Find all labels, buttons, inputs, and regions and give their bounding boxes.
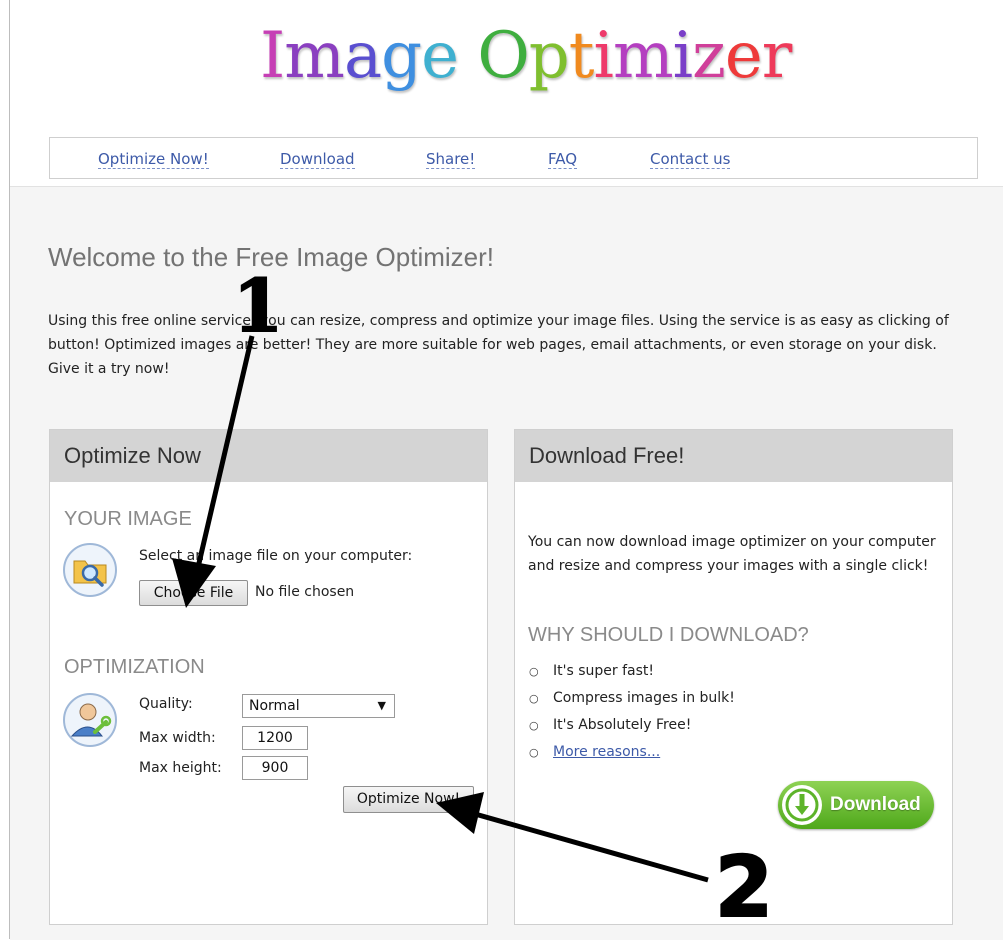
reasons-list: ○ It's super fast! ○ Compress images in bu… [529,658,735,766]
logo-letter: e [421,19,459,93]
optimize-panel: Optimize Now YOUR IMAGE Select an image … [49,429,488,925]
reason-text: It's super fast! [553,663,654,679]
download-description: You can now download image optimizer on … [528,534,936,574]
site-logo[interactable]: Image Optimizer [260,24,792,88]
max-width-input[interactable]: 1200 [242,726,308,750]
reason-text: It's Absolutely Free! [553,717,692,733]
download-button[interactable]: Download [778,781,934,829]
nav-optimize-now[interactable]: Optimize Now! [98,150,209,169]
logo-letter: p [528,19,570,93]
list-item: ○ It's super fast! [529,663,654,679]
download-button-label: Download [830,794,921,815]
file-status-text: No file chosen [255,584,355,600]
reason-text: Compress images in bulk! [553,690,735,706]
logo-letter: m [612,19,674,93]
logo-letter: i [672,19,693,93]
logo-letter: I [260,19,285,93]
max-height-input[interactable]: 900 [242,756,308,780]
max-height-label: Max height: [139,760,222,776]
more-reasons-link[interactable]: More reasons... [553,744,660,760]
optimization-heading: OPTIMIZATION [64,656,205,678]
quality-label: Quality: [139,696,193,712]
logo-letter: a [343,19,382,93]
download-panel-title: Download Free! [515,430,952,482]
select-image-label: Select an image file on your computer: [139,548,413,564]
logo-letter: r [761,19,793,93]
logo-letter: e [724,19,763,93]
list-item: ○ It's Absolutely Free! [529,717,692,733]
logo-letter: i [593,19,613,93]
chevron-down-icon: ▼ [377,699,386,712]
user-settings-icon [63,693,117,747]
logo-letter: O [477,19,529,93]
why-download-heading: WHY SHOULD I DOWNLOAD? [528,624,809,646]
nav-download[interactable]: Download [280,150,355,169]
optimize-now-button[interactable]: Optimize Now! [343,786,474,813]
logo-letter: t [568,19,595,93]
main-nav: Optimize Now! Download Share! FAQ Contac… [49,137,978,179]
site-header: Image Optimizer Optimize Now! Download S… [10,0,1003,186]
logo-letter: g [381,19,422,93]
main-content: Welcome to the Free Image Optimizer! Usi… [10,186,1003,940]
nav-share[interactable]: Share! [426,150,476,169]
logo-letter: m [284,19,345,93]
intro-text: Using this free online service, you can … [48,313,949,377]
page-title: Welcome to the Free Image Optimizer! [48,242,495,272]
max-width-label: Max width: [139,730,216,746]
quality-value: Normal [249,698,300,714]
your-image-heading: YOUR IMAGE [64,508,192,530]
list-item: ○ More reasons... [529,744,661,760]
logo-letter [458,19,477,93]
nav-faq[interactable]: FAQ [548,150,578,169]
list-item: ○ Compress images in bulk! [529,690,735,706]
download-panel: Download Free! You can now download imag… [514,429,953,925]
folder-search-icon [63,543,117,597]
choose-file-button[interactable]: Choose File [139,580,248,606]
quality-select[interactable]: Normal ▼ [242,694,395,718]
logo-letter: z [692,19,726,93]
download-arrow-icon [782,785,822,825]
optimize-panel-title: Optimize Now [50,430,487,482]
nav-contact-us[interactable]: Contact us [650,150,731,169]
